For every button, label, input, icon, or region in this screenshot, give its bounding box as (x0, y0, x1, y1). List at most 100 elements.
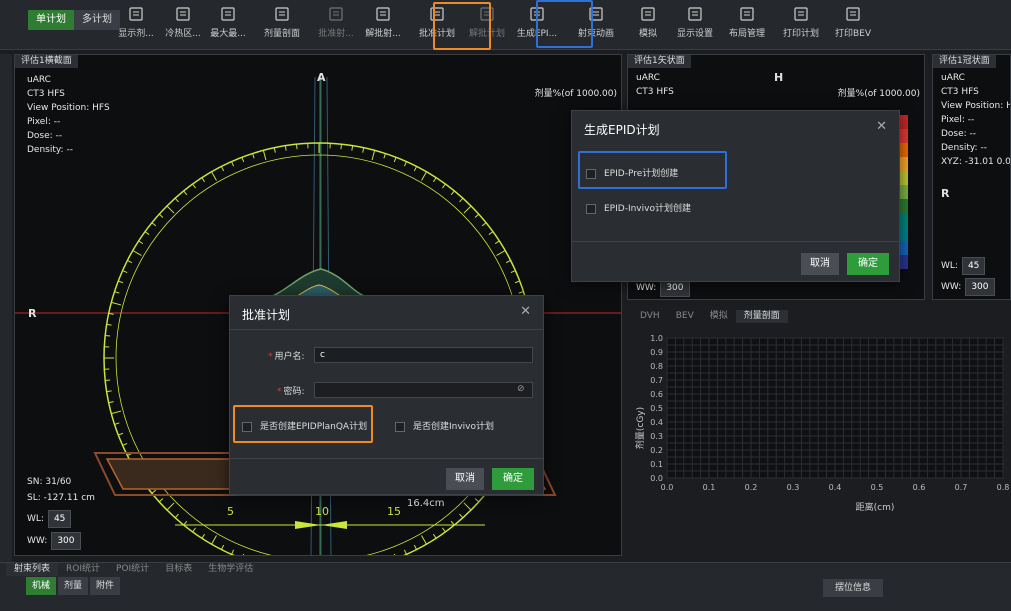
approve-plan-highlight (433, 2, 491, 50)
subtab-dose[interactable]: 剂量 (58, 577, 89, 595)
coronal-window-level: WL: 45 (941, 257, 986, 275)
close-icon[interactable]: ✕ (520, 304, 531, 319)
coronal-view[interactable]: 评估1冠状面 uARC CT3 HFS View Position: HF Pi… (932, 54, 1011, 300)
coronal-info-line: Pixel: -- (941, 115, 975, 125)
tab-roi-stats[interactable]: ROI统计 (58, 563, 108, 576)
cancel-button[interactable]: 取消 (446, 468, 484, 490)
tab-beam-list[interactable]: 射束列表 (6, 563, 59, 576)
bottom-panel: 射束列表 ROI统计 POI统计 目标表 生物学评估 机械 剂量 附件 摆位信息 (0, 562, 1011, 611)
toolbar-tool[interactable]: 解批射... (359, 4, 407, 46)
ring-tick (151, 222, 157, 227)
close-icon[interactable]: ✕ (876, 119, 887, 134)
subtab-accessory[interactable]: 附件 (90, 577, 121, 595)
ruler-label: 15 (387, 505, 401, 518)
tab-bio-eval[interactable]: 生物学评估 (200, 563, 261, 576)
ring-tick (421, 171, 427, 181)
toolbar-tool[interactable]: 剂量剖面 (258, 4, 306, 46)
username-input[interactable]: c (314, 347, 533, 363)
coronal-info-line: Dose: -- (941, 129, 977, 139)
right-marker: R (28, 307, 37, 320)
y-tick-label: 0.6 (650, 390, 663, 399)
ring-tick (340, 144, 342, 150)
ring-tick (114, 291, 120, 294)
ring-tick (122, 270, 128, 274)
tab-dvh[interactable]: DVH (632, 310, 668, 323)
hot-cold-icon (176, 7, 190, 21)
head-marker: H (774, 71, 784, 84)
ok-button[interactable]: 确定 (492, 468, 534, 490)
toolbar-tool[interactable]: 冷热区... (159, 4, 207, 46)
ok-button[interactable]: 确定 (847, 253, 889, 275)
toolbar-tool[interactable]: 布局管理 (723, 4, 771, 46)
create-invivo-option[interactable]: 是否创建Invivo计划 (395, 419, 494, 432)
toolbar-tool[interactable]: 打印BEV (829, 4, 877, 46)
y-axis-label: 剂量(cGy) (634, 407, 646, 449)
username-label-text: 用户名: (274, 352, 305, 362)
ring-tick (144, 231, 150, 235)
ring-tick (211, 171, 217, 181)
ring-tick (220, 166, 225, 172)
ring-tick (421, 535, 427, 545)
toolbar-tool[interactable]: 显示设置 (671, 4, 719, 46)
ring-tick (494, 240, 500, 245)
ww-value[interactable]: 300 (965, 278, 995, 296)
x-tick-label: 0.8 (997, 483, 1010, 492)
toolbar-tool-label: 显示剂... (118, 29, 154, 39)
tab-dose-profile[interactable]: 剂量剖面 (735, 310, 788, 323)
toolbar-tool[interactable]: 最大最... (204, 4, 252, 46)
epid-invivo-checkbox[interactable] (586, 203, 596, 214)
ring-tick (183, 190, 188, 196)
analysis-tabs: DVH BEV 模拟 剂量剖面 (632, 310, 788, 323)
wl-value[interactable]: 45 (47, 510, 72, 528)
toolbar-tool[interactable]: 批准射... (312, 4, 360, 46)
ring-tick (459, 197, 464, 203)
ring-tick (432, 533, 437, 539)
password-input[interactable] (314, 382, 533, 398)
create-invivo-checkbox[interactable] (395, 421, 405, 432)
approve-plan-dialog: 批准计划 ✕ * 用户名: c * 密码: ⊘ 是否创建EPIDPlanQA计划 是… (229, 295, 544, 495)
simulate-icon (641, 7, 655, 21)
slice-number: SN: 31/60 (27, 477, 72, 487)
dose-profile-panel: 0.0 0.1 0.2 0.3 0.4 0.5 0.6 0.7 0.8 0.0 0.1 0.2 0.3 0… (627, 324, 1011, 556)
toolbar-tool[interactable]: 模拟 (624, 4, 672, 46)
ring-tick (132, 250, 142, 256)
bottom-tabs: 射束列表 ROI统计 POI统计 目标表 生物学评估 (6, 563, 261, 576)
ring-tick (220, 544, 225, 550)
subtab-mechanical[interactable]: 机械 (26, 577, 57, 595)
approve-beam-icon (329, 7, 343, 21)
ring-tick (474, 213, 480, 218)
cancel-button[interactable]: 取消 (801, 253, 839, 275)
wl-value[interactable]: 45 (961, 257, 986, 275)
toolbar-tool[interactable]: 显示剂... (112, 4, 160, 46)
window-level: WL: 45 (27, 510, 72, 528)
dose-profile-chart: 0.0 0.1 0.2 0.3 0.4 0.5 0.6 0.7 0.8 0.0 0.1 0.2 0.3 0… (634, 334, 1010, 513)
ring-tick (211, 535, 217, 545)
ring-tick (118, 432, 124, 436)
left-side-strip (0, 54, 12, 564)
ring-tick (488, 231, 494, 235)
ring-tick (362, 147, 365, 153)
tab-simulate[interactable]: 模拟 (702, 310, 736, 323)
tab-bev[interactable]: BEV (668, 310, 702, 323)
print-bev-icon (846, 7, 860, 21)
tab-target-table[interactable]: 目标表 (157, 563, 200, 576)
single-plan-button[interactable]: 单计划 (28, 10, 74, 30)
position-info-button[interactable]: 摆位信息 (822, 579, 883, 597)
hide-password-icon[interactable]: ⊘ (517, 384, 527, 394)
coronal-info-line: View Position: HF (941, 101, 1011, 111)
toolbar-tool[interactable]: 打印计划 (777, 4, 825, 46)
ring-tick (174, 513, 179, 519)
ww-value[interactable]: 300 (51, 532, 81, 550)
ring-tick (151, 489, 157, 494)
epid-invivo-option[interactable]: EPID-Invivo计划创建 (586, 201, 691, 214)
ring-tick (518, 291, 524, 294)
y-tick-label: 0.0 (650, 474, 663, 483)
y-tick-label: 0.1 (650, 460, 663, 469)
y-tick-label: 0.2 (650, 446, 663, 455)
display-settings-icon (688, 7, 702, 21)
ring-tick (201, 533, 206, 539)
coronal-info: uARC CT3 HFS View Position: HF Pixel: --… (941, 71, 1011, 169)
toolbar-tool-label: 批准射... (318, 29, 354, 39)
ring-tick (463, 205, 472, 214)
tab-poi-stats[interactable]: POI统计 (108, 563, 157, 576)
